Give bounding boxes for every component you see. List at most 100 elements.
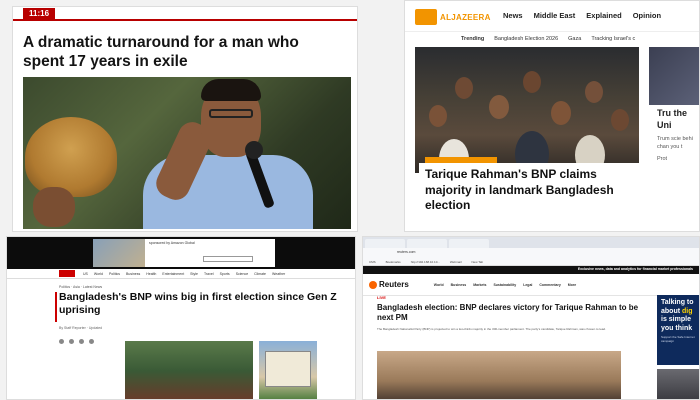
reuters-logo-icon <box>369 280 377 289</box>
promo-text[interactable]: Exclusive news, data and analytics for f… <box>578 267 693 271</box>
trending-link-israel[interactable]: Tracking Israel's c <box>591 36 635 42</box>
nav-item[interactable]: Travel <box>204 272 214 276</box>
nav-item[interactable]: World <box>94 272 103 276</box>
side-ad-subtitle: Support the Safe Internet campaign <box>661 335 695 343</box>
aljazeera-navbar: ALJAZEERA News Middle East Explained Opi… <box>405 1 699 31</box>
side-ad-title-line: Talking to <box>661 299 694 306</box>
trending-link-gaza[interactable]: Gaza <box>568 36 581 42</box>
bookmark-item[interactable]: http://192.168.10.10... <box>411 260 440 264</box>
cnn-logo[interactable] <box>59 270 75 277</box>
photo-paddy-sheaf <box>25 117 117 197</box>
article-headline[interactable]: Tarique Rahman's BNP claims majority in … <box>425 167 633 214</box>
nav-item-sustainability[interactable]: Sustainability <box>493 283 516 287</box>
photo-hand <box>33 187 75 227</box>
side-ad-title: Talking to about dig is simple you think <box>661 299 697 333</box>
live-time-badge: 11:16 <box>23 8 56 19</box>
photo-person-hair <box>201 79 261 101</box>
email-icon[interactable] <box>79 339 84 344</box>
photo-person-glasses <box>209 109 253 118</box>
nav-item-news[interactable]: News <box>503 11 523 20</box>
reuters-logo[interactable]: Reuters <box>369 280 409 289</box>
address-url[interactable]: reuters.com <box>397 250 415 254</box>
share-icons <box>59 339 94 344</box>
headline-accent-bar <box>55 292 57 322</box>
side-story-thumbnail[interactable] <box>649 47 699 105</box>
photo-microphone <box>245 141 263 159</box>
nav-item[interactable]: Politics <box>109 272 120 276</box>
browser-tab[interactable] <box>365 239 405 248</box>
trending-label: Trending <box>461 35 485 42</box>
article-headline[interactable]: A dramatic turnaround for a man who spen… <box>13 21 343 71</box>
bbc-article-panel: 11:16 A dramatic turnaround for a man wh… <box>12 6 358 232</box>
nav-item-world[interactable]: World <box>434 283 444 287</box>
screenshot-collage: 11:16 A dramatic turnaround for a man wh… <box>0 0 700 400</box>
byline: By Staff Reporter · Updated <box>59 326 103 330</box>
article-summary: The Bangladesh Nationalist Party (BNP) i… <box>377 327 606 331</box>
side-story-more[interactable]: Prot <box>649 151 699 163</box>
side-ad-title-line: about <box>661 307 681 315</box>
nav-item[interactable]: Sports <box>220 272 230 276</box>
ad-label: sponsored by Amazon Global <box>149 241 195 245</box>
nav-item-middle-east[interactable]: Middle East <box>534 11 576 20</box>
side-story-snippet: Trum scie behi chan you t <box>657 136 693 150</box>
aljazeera-logo-icon <box>415 9 437 25</box>
nav-item-explained[interactable]: Explained <box>586 11 621 20</box>
reuters-article-panel: reuters.com CMS Bookmarks http://192.168… <box>362 236 700 400</box>
browser-tab[interactable] <box>407 239 447 248</box>
nav-item-commentary[interactable]: Commentary <box>539 283 560 287</box>
nav-item[interactable]: Business <box>126 272 140 276</box>
bookmark-item[interactable]: Bookmarks <box>386 260 401 264</box>
side-ad[interactable]: Talking to about dig is simple you think… <box>657 295 699 365</box>
headline-block: Bangladesh's BNP wins big in first elect… <box>55 291 349 322</box>
promo-bar: Exclusive news, data and analytics for f… <box>363 266 699 274</box>
nav-item-legal[interactable]: Legal <box>523 283 532 287</box>
side-ad-title-line: is simple <box>661 316 691 323</box>
aljazeera-logo[interactable]: ALJAZEERA <box>415 9 491 25</box>
nav-item[interactable]: Style <box>190 272 198 276</box>
nav-item-markets[interactable]: Markets <box>473 283 486 287</box>
article-photo <box>377 351 621 399</box>
article-headline[interactable]: Bangladesh election: BNP declares victor… <box>377 303 647 323</box>
article-headline[interactable]: Bangladesh's BNP wins big in first elect… <box>59 291 349 317</box>
side-ad-image[interactable] <box>657 369 699 399</box>
nav-item[interactable]: US <box>83 272 88 276</box>
cnn-article-panel: sponsored by Amazon Global US World Poli… <box>6 236 356 400</box>
ad-banner-bar: sponsored by Amazon Global <box>7 237 355 269</box>
side-ad-title-highlight: dig <box>682 307 693 315</box>
nav-item[interactable]: Weather <box>272 272 285 276</box>
nav-item[interactable]: Entertainment <box>162 272 184 276</box>
aljazeera-article-panel: ALJAZEERA News Middle East Explained Opi… <box>404 0 700 232</box>
nav-item-more[interactable]: More <box>568 283 576 287</box>
photo-building <box>265 351 311 387</box>
bookmarks-bar: CMS Bookmarks http://192.168.10.10... We… <box>363 258 699 266</box>
bookmark-item[interactable]: New Tab <box>472 260 484 264</box>
browser-tab-bar <box>363 237 699 248</box>
twitter-icon[interactable] <box>69 339 74 344</box>
live-time-bar: 11:16 <box>13 7 357 21</box>
rally-photo <box>125 341 253 399</box>
cnn-nav: US World Politics Business Health Entert… <box>7 269 355 279</box>
aljazeera-logo-text: ALJAZEERA <box>440 12 491 22</box>
trending-link-election[interactable]: Bangladesh Election 2026 <box>494 36 558 42</box>
headline-box: Tarique Rahman's BNP claims majority in … <box>419 163 639 227</box>
breadcrumb[interactable]: Politics · Asia · Latest News <box>7 279 355 289</box>
reuters-nav: Reuters World Business Markets Sustainab… <box>363 274 699 296</box>
ad-banner[interactable]: sponsored by Amazon Global <box>93 239 275 267</box>
nav-item-opinion[interactable]: Opinion <box>633 11 661 20</box>
facebook-icon[interactable] <box>59 339 64 344</box>
bookmark-item[interactable]: CMS <box>369 260 376 264</box>
nav-item[interactable]: Climate <box>254 272 266 276</box>
address-bar[interactable]: reuters.com <box>363 248 699 258</box>
ad-button[interactable] <box>203 256 253 262</box>
side-story-title[interactable]: Tru the Uni <box>649 105 699 131</box>
ad-image <box>93 239 145 267</box>
link-icon[interactable] <box>89 339 94 344</box>
browser-tab[interactable] <box>449 239 489 248</box>
trending-bar: Trending Bangladesh Election 2026 Gaza T… <box>405 31 699 45</box>
nav-item[interactable]: Science <box>236 272 248 276</box>
nav-item[interactable]: Health <box>146 272 156 276</box>
bookmark-item[interactable]: Webmail <box>450 260 462 264</box>
aljazeera-main-nav: News Middle East Explained Opinion <box>503 11 661 20</box>
nav-item-business[interactable]: Business <box>451 283 467 287</box>
side-story-column: Tru the Uni Trum scie behi chan you t Pr… <box>649 47 699 227</box>
